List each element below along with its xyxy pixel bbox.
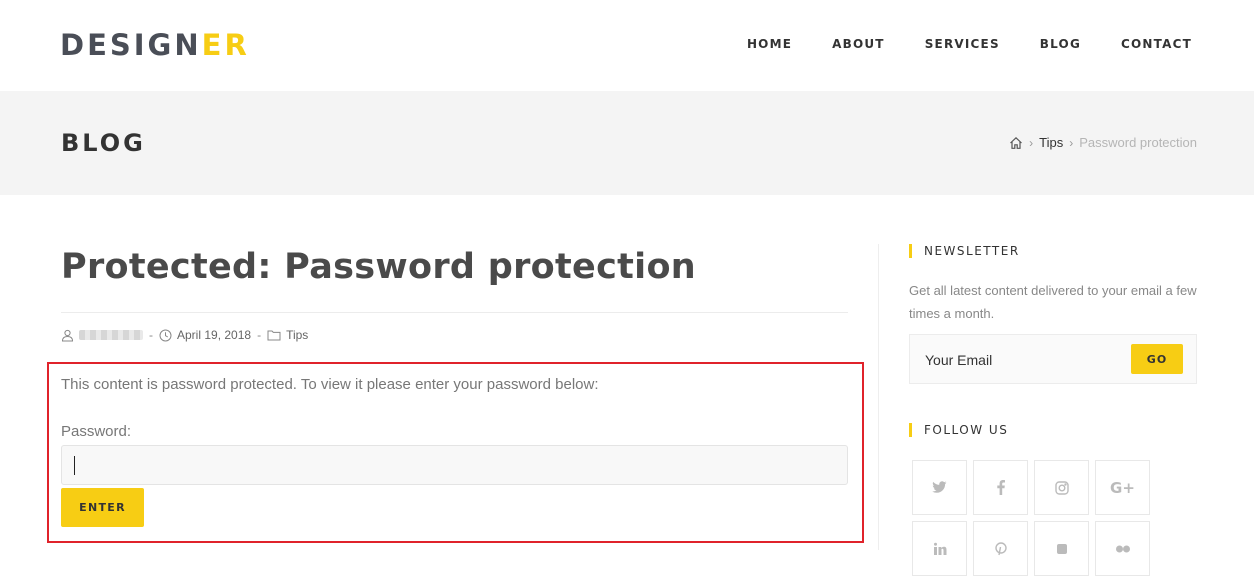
post-date: April 19, 2018 — [177, 328, 252, 342]
pinterest-icon[interactable] — [973, 521, 1028, 576]
email-input[interactable]: Your Email — [925, 351, 992, 369]
dribbble-icon[interactable] — [1034, 521, 1089, 576]
divider — [61, 312, 848, 313]
logo-accent-text: ER — [201, 28, 250, 62]
logo-main-text: DESIGN — [60, 28, 202, 62]
user-icon — [61, 329, 79, 342]
follow-us-title: FOLLOW US — [909, 422, 1008, 438]
page-header-bar: BLOG › Tips › Password protection — [0, 91, 1254, 195]
linkedin-icon[interactable] — [912, 521, 967, 576]
post-category[interactable]: Tips — [286, 327, 308, 343]
clock-icon — [159, 329, 177, 342]
folder-icon — [267, 329, 286, 341]
meta-separator: - — [149, 328, 153, 342]
newsletter-form: Your Email GO — [909, 334, 1197, 384]
breadcrumb-item-tips[interactable]: Tips — [1039, 135, 1063, 151]
protected-message: This content is password protected. To v… — [61, 376, 599, 393]
main-nav: HOME ABOUT SERVICES BLOG CONTACT — [707, 36, 1192, 52]
post-meta: - April 19, 2018 - Tips — [61, 327, 308, 343]
meta-separator: - — [257, 328, 262, 342]
breadcrumb-item-current: Password protection — [1079, 135, 1197, 150]
site-logo[interactable]: DESIGNER — [60, 28, 250, 62]
nav-contact[interactable]: CONTACT — [1121, 36, 1192, 52]
google-plus-icon[interactable]: G+ — [1095, 460, 1150, 515]
go-button[interactable]: GO — [1131, 344, 1183, 374]
twitter-icon[interactable] — [912, 460, 967, 515]
enter-button[interactable]: ENTER — [61, 488, 144, 527]
password-label: Password: — [61, 423, 132, 440]
newsletter-description: Get all latest content delivered to your… — [909, 283, 1197, 321]
nav-blog[interactable]: BLOG — [1040, 36, 1081, 52]
site-header: DESIGNER HOME ABOUT SERVICES BLOG CONTAC… — [0, 0, 1254, 91]
flickr-icon[interactable] — [1095, 521, 1150, 576]
nav-about[interactable]: ABOUT — [832, 36, 885, 52]
breadcrumb-separator: › — [1029, 136, 1034, 150]
instagram-icon[interactable] — [1034, 460, 1089, 515]
breadcrumb-separator: › — [1069, 136, 1074, 150]
page-title: BLOG — [61, 129, 146, 157]
facebook-icon[interactable] — [973, 460, 1028, 515]
text-cursor — [74, 456, 75, 475]
post-title: Protected: Password protection — [61, 247, 697, 287]
breadcrumb: › Tips › Password protection — [1009, 135, 1197, 151]
password-input[interactable] — [61, 445, 848, 485]
author-name-redacted[interactable] — [79, 330, 143, 340]
sidebar-divider — [878, 244, 879, 550]
nav-home[interactable]: HOME — [747, 36, 792, 52]
newsletter-title: NEWSLETTER — [909, 243, 1020, 259]
nav-services[interactable]: SERVICES — [925, 36, 1000, 52]
home-icon[interactable] — [1009, 136, 1023, 150]
